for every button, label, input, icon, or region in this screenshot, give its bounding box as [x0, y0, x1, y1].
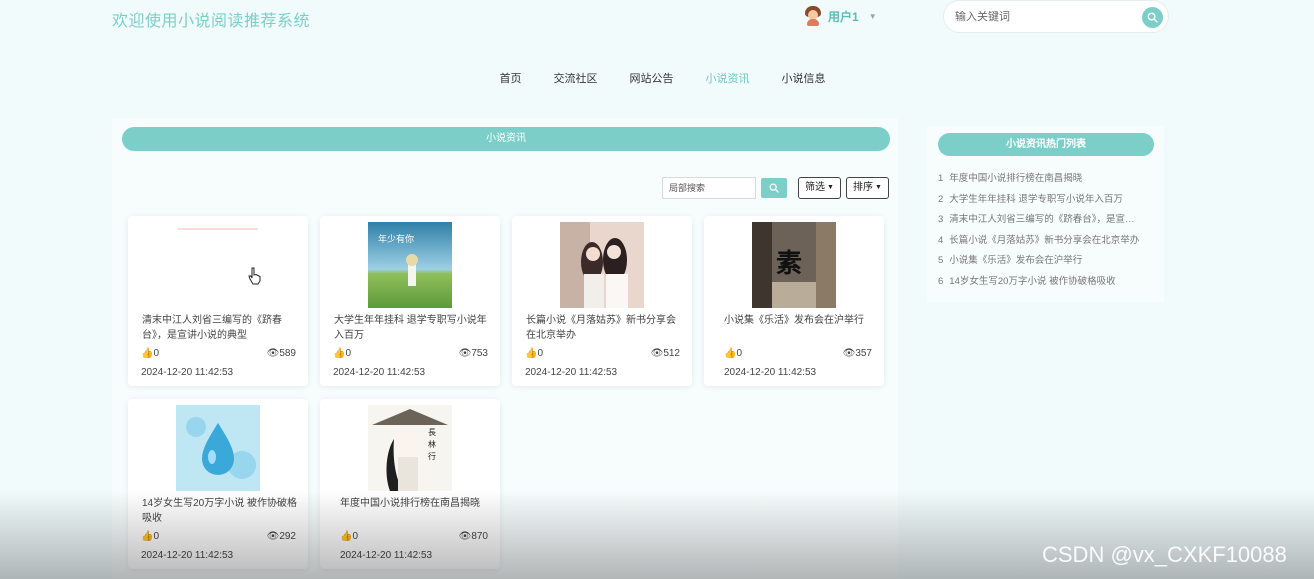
hot-list-item[interactable]: 4 长篇小说《月落姑苏》新书分享会在北京举办: [938, 234, 1152, 255]
card-title[interactable]: 大学生年年挂科 退学专职写小说年入百万: [334, 313, 490, 343]
card-date: 2024-12-20 11:42:53: [141, 550, 234, 561]
thumb-up-icon: 👍: [333, 348, 346, 359]
news-card[interactable]: 14岁女生写20万字小说 被作协破格吸收 👍0 👁292 2024-12-20 …: [128, 399, 308, 569]
svg-text:林: 林: [428, 439, 436, 449]
cover-image: [176, 405, 260, 491]
hot-list-item[interactable]: 2 大学生年年挂科 退学专职写小说年入百万: [938, 193, 1152, 214]
eye-icon: 👁: [650, 348, 664, 359]
nav-home[interactable]: 首页: [484, 70, 538, 86]
hot-list-item[interactable]: 3 清末中江人刘省三编写的《跻春台》，是宣…: [938, 213, 1152, 234]
like-count[interactable]: 👍0: [525, 348, 543, 359]
main-nav: 首页 交流社区 网站公告 小说资讯 小说信息: [0, 70, 1314, 86]
view-count: 👁357: [842, 348, 872, 359]
nav-announcement[interactable]: 网站公告: [614, 70, 690, 86]
user-name[interactable]: 用户1: [828, 8, 859, 25]
local-search-button[interactable]: [761, 178, 787, 198]
nav-community[interactable]: 交流社区: [538, 70, 614, 86]
eye-icon: 👁: [266, 531, 280, 542]
hot-list: 1 年度中国小说排行榜在南昌揭晓 2 大学生年年挂科 退学专职写小说年入百万 3 清末…: [938, 172, 1152, 296]
local-search-input[interactable]: 局部搜索: [662, 177, 756, 199]
hot-list-item[interactable]: 6 14岁女生写20万字小说 被作协破格吸收: [938, 275, 1152, 296]
view-count: 👁292: [266, 531, 296, 542]
cover-image: 長 林 行: [368, 405, 452, 491]
thumb-up-icon: 👍: [141, 348, 154, 359]
site-title: 欢迎使用小说阅读推荐系统: [112, 13, 311, 30]
thumb-up-icon: 👍: [724, 348, 737, 359]
watermark: CSDN @vx_CXKF10088: [1042, 542, 1287, 567]
search-input[interactable]: [955, 10, 1125, 23]
hot-list-item[interactable]: 1 年度中国小说排行榜在南昌揭晓: [938, 172, 1152, 193]
svg-text:年少有你: 年少有你: [378, 233, 414, 245]
thumb-up-icon: 👍: [141, 531, 154, 542]
card-title[interactable]: 清末中江人刘省三编写的《跻春台》，是宣讲小说的典型: [142, 313, 298, 343]
thumb-up-icon: 👍: [340, 531, 353, 542]
card-date: 2024-12-20 11:42:53: [340, 550, 433, 561]
card-date: 2024-12-20 11:42:53: [333, 367, 426, 378]
hot-list-panel: 小说资讯热门列表 1 年度中国小说排行榜在南昌揭晓 2 大学生年年挂科 退学专职写小…: [927, 126, 1164, 302]
like-count[interactable]: 👍0: [333, 348, 351, 359]
svg-text:素: 素: [776, 249, 802, 279]
caret-down-icon: ▼: [875, 184, 882, 191]
cover-image: 年少有你: [368, 222, 452, 308]
news-card[interactable]: 年少有你 大学生年年挂科 退学专职写小说年入百万 👍0 👁753 2024-12…: [320, 216, 500, 386]
global-search: [943, 0, 1169, 33]
like-count[interactable]: 👍0: [724, 348, 742, 359]
hot-list-item[interactable]: 5 小说集《乐活》发布会在沪举行: [938, 254, 1152, 275]
svg-text:行: 行: [428, 451, 436, 461]
news-card[interactable]: 素 小说集《乐活》发布会在沪举行 👍0 👁357 2024-12-20 11:4…: [704, 216, 884, 386]
news-card[interactable]: 長 林 行 年度中国小说排行榜在南昌揭晓 👍0 👁870 2024-12-20 …: [320, 399, 500, 569]
pointer-cursor-icon: [248, 267, 261, 285]
view-count: 👁589: [266, 348, 296, 359]
eye-icon: 👁: [266, 348, 280, 359]
card-title[interactable]: 年度中国小说排行榜在南昌揭晓: [330, 496, 490, 511]
view-count: 👁753: [458, 348, 488, 359]
cover-image: 素: [752, 222, 836, 308]
sort-label: 排序: [853, 182, 873, 193]
eye-icon: 👁: [458, 531, 472, 542]
user-menu[interactable]: 用户1 ▼: [804, 6, 877, 26]
search-icon: [769, 183, 779, 193]
card-date: 2024-12-20 11:42:53: [141, 367, 234, 378]
eye-icon: 👁: [842, 348, 856, 359]
hot-list-title: 小说资讯热门列表: [938, 133, 1154, 156]
caret-down-icon[interactable]: ▼: [869, 12, 877, 21]
like-count[interactable]: 👍0: [340, 531, 358, 542]
card-date: 2024-12-20 11:42:53: [724, 367, 817, 378]
sort-dropdown[interactable]: 排序 ▼: [846, 177, 889, 199]
nav-novel-info[interactable]: 小说信息: [766, 70, 842, 86]
eye-icon: 👁: [458, 348, 472, 359]
view-count: 👁512: [650, 348, 680, 359]
card-title[interactable]: 小说集《乐活》发布会在沪举行: [714, 313, 874, 328]
thumb-up-icon: 👍: [525, 348, 538, 359]
filter-label: 筛选: [805, 182, 825, 193]
news-card[interactable]: 清末中江人刘省三编写的《跻春台》，是宣讲小说的典型 👍0 👁589 2024-1…: [128, 216, 308, 386]
news-card[interactable]: 长篇小说《月落姑苏》新书分享会在北京举办 👍0 👁512 2024-12-20 …: [512, 216, 692, 386]
section-title: 小说资讯: [122, 127, 890, 151]
search-button[interactable]: [1142, 7, 1163, 28]
filter-dropdown[interactable]: 筛选 ▼: [798, 177, 841, 199]
avatar: [804, 6, 822, 26]
card-title[interactable]: 长篇小说《月落姑苏》新书分享会在北京举办: [526, 313, 682, 343]
nav-novel-news[interactable]: 小说资讯: [690, 70, 766, 86]
cover-image: [560, 222, 644, 308]
card-title[interactable]: 14岁女生写20万字小说 被作协破格吸收: [142, 496, 298, 526]
view-count: 👁870: [458, 531, 488, 542]
card-date: 2024-12-20 11:42:53: [525, 367, 618, 378]
svg-text:長: 長: [428, 428, 436, 437]
like-count[interactable]: 👍0: [141, 531, 159, 542]
cover-image: [176, 222, 260, 308]
search-icon: [1147, 12, 1158, 23]
like-count[interactable]: 👍0: [141, 348, 159, 359]
news-panel: 小说资讯 局部搜索 筛选 ▼ 排序 ▼ 清末中江人刘省三编写的《跻春台》，是宣讲小说…: [112, 118, 898, 579]
caret-down-icon: ▼: [827, 184, 834, 191]
